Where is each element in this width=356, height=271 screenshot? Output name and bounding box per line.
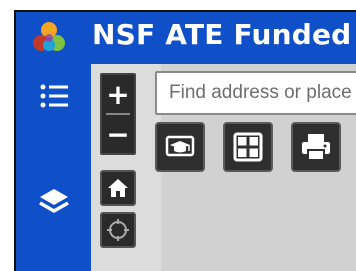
education-widget-button[interactable] [155, 122, 205, 172]
home-icon [108, 179, 128, 197]
sidebar-item-legend[interactable] [34, 76, 74, 116]
layers-icon [39, 189, 69, 213]
list-icon [40, 84, 68, 108]
sidebar-item-layers[interactable] [34, 182, 74, 222]
grid-icon [233, 132, 263, 162]
zoom-in-button[interactable]: + [102, 75, 134, 113]
zoom-control: + − [100, 73, 136, 155]
app-title: NSF ATE Funded [92, 18, 352, 51]
print-icon [302, 134, 330, 161]
search-box [155, 71, 356, 115]
hexagon-cubes-logo-icon [33, 22, 65, 51]
print-button[interactable] [291, 122, 341, 172]
zoom-out-button[interactable]: − [102, 115, 134, 153]
search-input[interactable] [157, 73, 356, 113]
app-header: NSF ATE Funded [16, 12, 356, 64]
app-frame: NSF ATE Funded + − [14, 10, 356, 271]
graduation-cap-icon [165, 135, 195, 157]
locate-button[interactable] [100, 212, 136, 248]
locate-icon [107, 219, 129, 241]
sidebar [16, 64, 91, 271]
map-view[interactable]: + − [91, 64, 356, 271]
home-button[interactable] [100, 170, 136, 206]
widget-toolbar [155, 122, 356, 172]
basemap-gallery-button[interactable] [223, 122, 273, 172]
